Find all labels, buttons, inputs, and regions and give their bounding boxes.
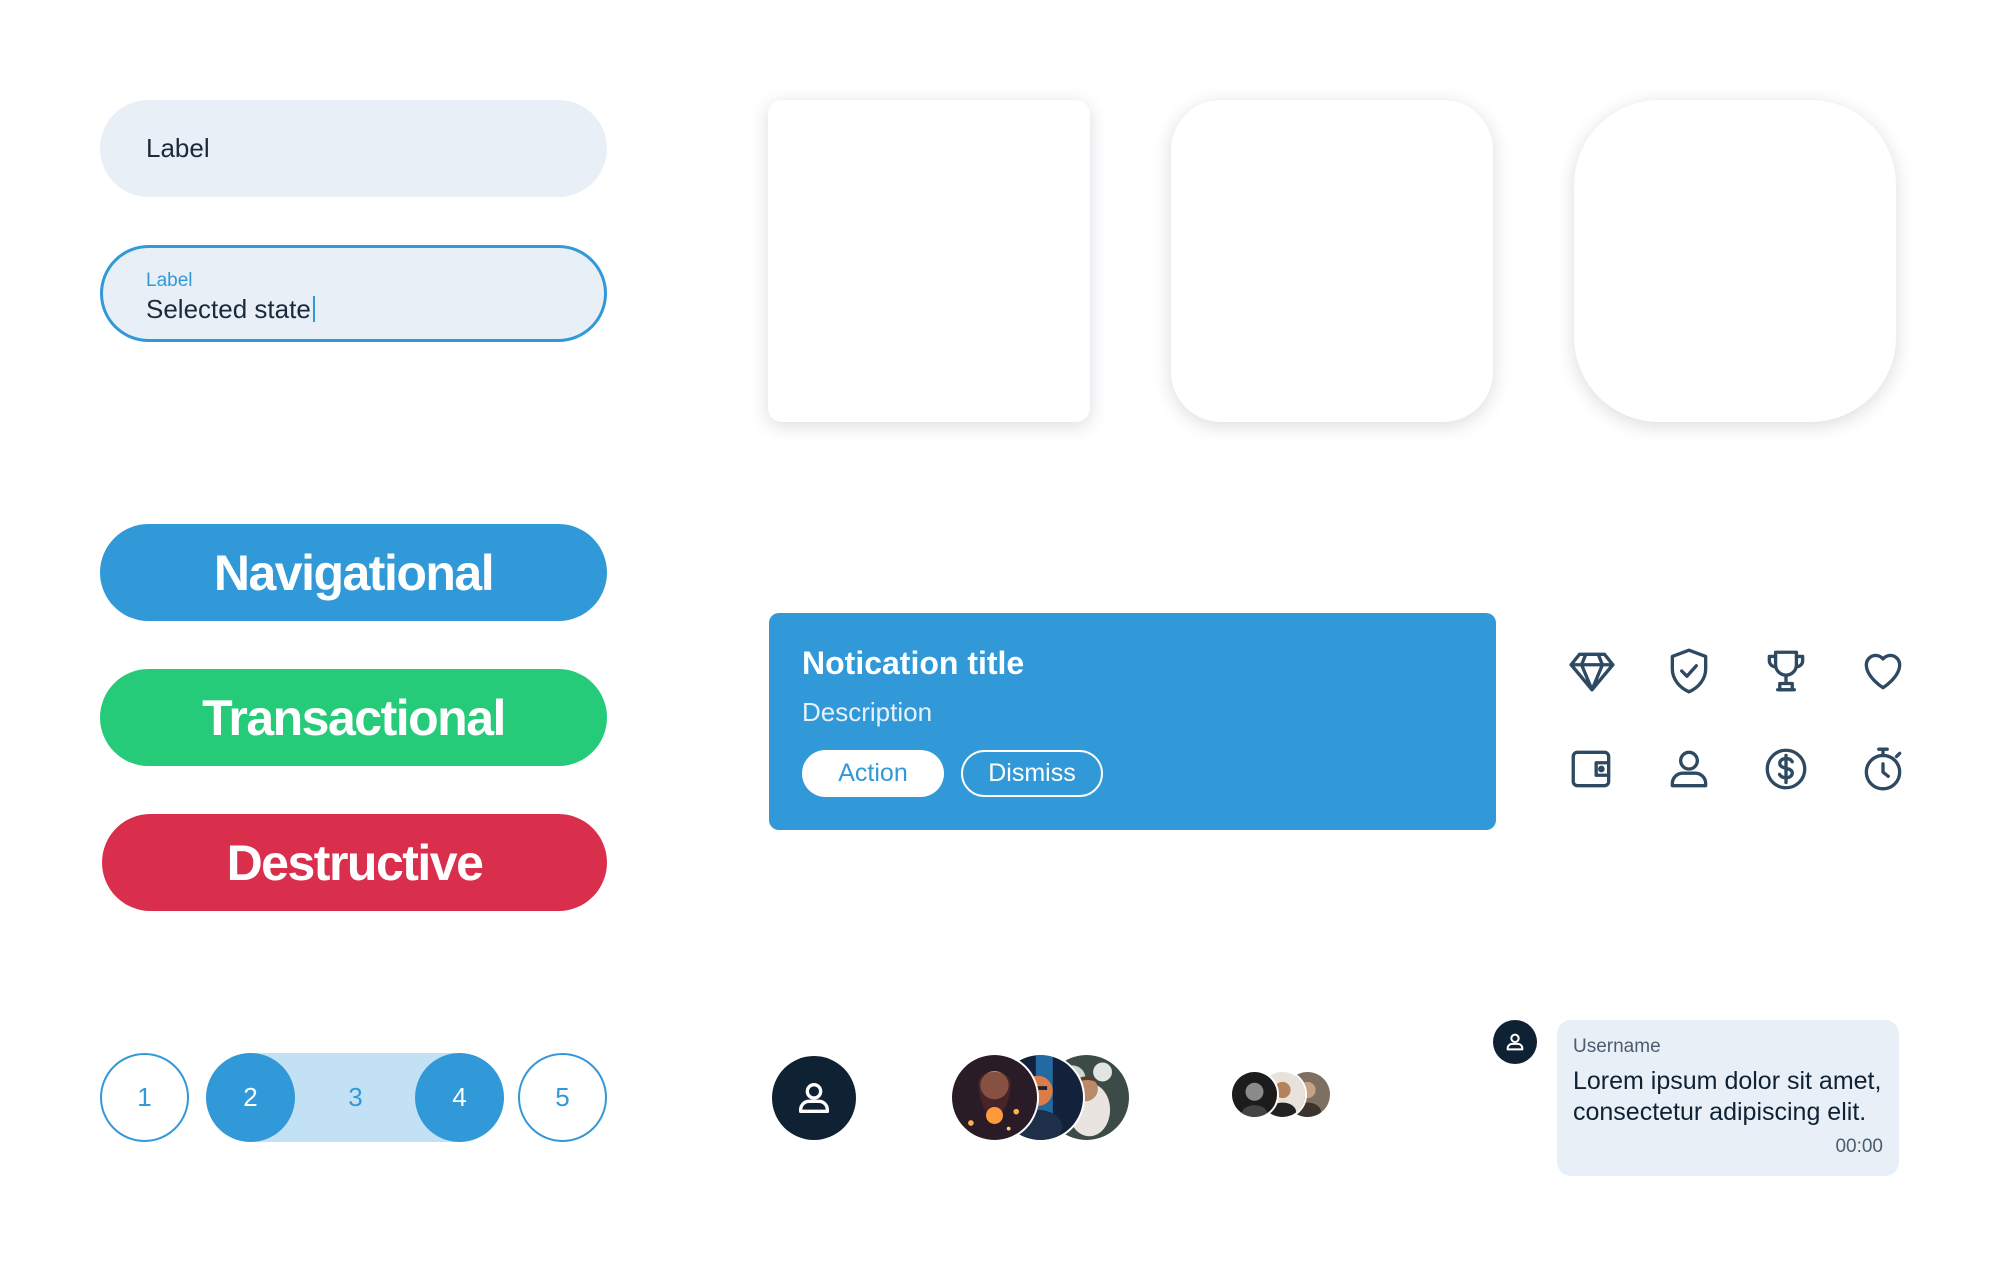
chat-message-text: Lorem ipsum dolor sit amet, consectetur … — [1573, 1067, 1882, 1126]
avatar-photo-small-1[interactable] — [1230, 1070, 1279, 1119]
input-floating-label: Label — [146, 270, 193, 291]
page-button-3[interactable]: 3 — [311, 1053, 400, 1142]
notification-description: Description — [802, 697, 933, 727]
page-button-1[interactable]: 1 — [100, 1053, 189, 1142]
chat-timestamp: 00:00 — [1835, 1136, 1883, 1157]
chat-message-bubble: Username Lorem ipsum dolor sit amet, con… — [1557, 1020, 1899, 1176]
avatar-photo-1[interactable] — [950, 1053, 1039, 1142]
transactional-button[interactable]: Transactional — [100, 669, 607, 766]
heart-icon — [1855, 643, 1911, 699]
notification-title: Notication title — [802, 645, 1025, 681]
action-button[interactable]: Action — [802, 750, 944, 797]
dollar-coin-icon — [1758, 741, 1814, 797]
diamond-icon — [1564, 643, 1620, 699]
chat-avatar[interactable] — [1493, 1020, 1537, 1064]
text-input-default[interactable]: Label — [100, 100, 607, 197]
card-medium-radius — [1171, 100, 1493, 422]
user-icon — [799, 1083, 829, 1113]
avatar-placeholder-large[interactable] — [772, 1056, 856, 1140]
input-label: Label — [146, 133, 210, 163]
card-small-radius — [768, 100, 1090, 422]
page-button-4[interactable]: 4 — [415, 1053, 504, 1142]
wallet-icon — [1564, 741, 1620, 797]
card-large-radius — [1574, 100, 1896, 422]
notification-card: Notication title Description Action Dism… — [769, 613, 1496, 830]
chat-username: Username — [1573, 1036, 1661, 1057]
stopwatch-icon — [1855, 741, 1911, 797]
input-value: Selected state — [146, 294, 311, 324]
dismiss-button[interactable]: Dismiss — [961, 750, 1103, 797]
trophy-icon — [1758, 643, 1814, 699]
shield-check-icon — [1661, 643, 1717, 699]
user-icon — [1661, 741, 1717, 797]
destructive-button[interactable]: Destructive — [102, 814, 607, 911]
text-caret — [312, 296, 315, 322]
page-button-2[interactable]: 2 — [206, 1053, 295, 1142]
user-icon — [1506, 1033, 1524, 1051]
text-input-selected[interactable]: Label Selected state — [100, 245, 607, 342]
page-button-5[interactable]: 5 — [518, 1053, 607, 1142]
input-value-wrap: Selected state — [146, 294, 315, 325]
navigational-button[interactable]: Navigational — [100, 524, 607, 621]
